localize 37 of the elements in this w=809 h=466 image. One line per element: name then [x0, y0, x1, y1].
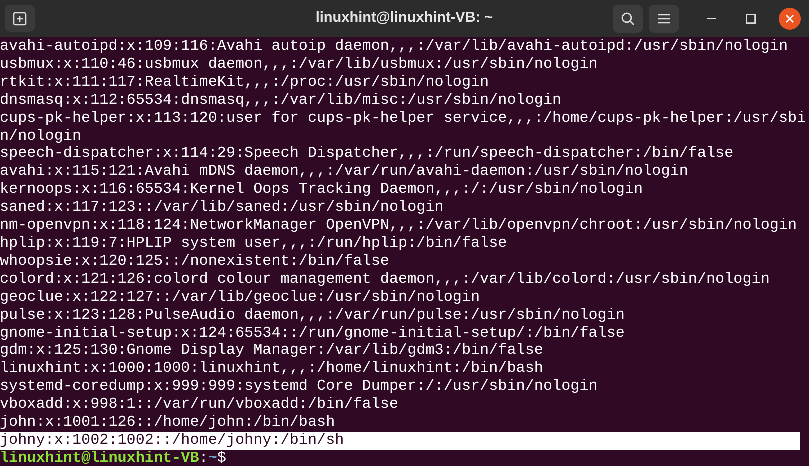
terminal-line: usbmux:x:110:46:usbmux daemon,,,:/var/lib/usbmux:/usr/sbin/nologin [0, 56, 599, 74]
terminal-line: vboxadd:x:998:1::/var/run/vboxadd:/bin/false [0, 396, 400, 414]
minimize-icon [706, 18, 716, 20]
close-button[interactable] [779, 8, 801, 30]
close-icon [786, 14, 794, 22]
terminal-line: linuxhint:x:1000:1000:linuxhint,,,:/home/linuxhint:/bin/bash [0, 360, 544, 378]
terminal-line: pulse:x:123:128:PulseAudio daemon,,,:/var/run/pulse:/usr/sbin/nologin [0, 306, 626, 324]
terminal-line: kernoops:x:116:65534:Kernel Oops Tracking Daemon,,,:/:/usr/sbin/nologin [0, 181, 644, 200]
terminal-line: john:x:1001:126::/home/john:/bin/bash [0, 414, 336, 432]
terminal-line: hplip:x:119:7:HPLIP system user,,,:/run/hplip:/bin/false [0, 234, 508, 253]
terminal-line: saned:x:117:123::/var/lib/saned:/usr/sbin/nologin [0, 199, 445, 218]
terminal-line: systemd-coredump:x:999:999:systemd Core Dumper:/:/usr/sbin/nologin [0, 378, 599, 396]
search-icon [621, 12, 635, 26]
terminal-line: gnome-initial-setup:x:124:65534::/run/gnome-initial-setup/:/bin/false [0, 324, 626, 342]
terminal-line: nm-openvpn:x:118:124:NetworkManager OpenVPN,,,:/var/lib/openvpn/chroot:/usr/sbin/nologin [0, 217, 798, 235]
prompt-symbol: $ [217, 450, 226, 466]
terminal-line: gdm:x:125:130:Gnome Display Manager:/var/lib/gdm3:/bin/false [0, 342, 544, 360]
prompt-separator: : [199, 450, 208, 466]
new-tab-button[interactable] [5, 5, 35, 32]
menu-button[interactable] [649, 4, 679, 32]
terminal-line: cups-pk-helper:x:113:120:user for cups-pk-helper service,,,:/home/cups-pk-helper:/usr/sbi [0, 110, 808, 128]
terminal-line: n/nologin [0, 128, 83, 146]
window-title: linuxhint@linuxhint-VB: ~ [316, 8, 494, 28]
prompt-path: ~ [208, 450, 218, 466]
search-button[interactable] [613, 4, 643, 32]
terminal-line: colord:x:121:126:colord colour management daemon,,,:/var/lib/colord:/usr/sbin/nologin [0, 270, 771, 289]
terminal-line: avahi-autoipd:x:109:116:Avahi autoip daemon,,,:/var/lib/avahi-autoipd:/usr/sbin/nologin [0, 38, 790, 56]
terminal-line: geoclue:x:122:127::/var/lib/geoclue:/usr/sbin/nologin [0, 288, 482, 307]
terminal-line: dnsmasq:x:112:65534:dnsmasq,,,:/var/lib/misc:/usr/sbin/nologin [0, 92, 563, 110]
terminal-line: rtkit:x:111:117:RealtimeKit,,,:/proc:/usr/sbin/nologin [0, 74, 490, 92]
terminal-line: speech-dispatcher:x:114:29:Speech Dispatcher,,,:/run/speech-dispatcher:/bin/false [0, 145, 735, 164]
terminal-line: whoopsie:x:120:125::/nonexistent:/bin/false [0, 252, 390, 271]
menu-icon [658, 14, 670, 24]
new-tab-icon [13, 12, 27, 26]
prompt-user-host: linuxhint@linuxhint-VB [0, 450, 200, 466]
maximize-icon [746, 14, 756, 24]
terminal-line: avahi:x:115:121:Avahi mDNS daemon,,,:/var/run/avahi-daemon:/usr/sbin/nologin [0, 163, 690, 182]
